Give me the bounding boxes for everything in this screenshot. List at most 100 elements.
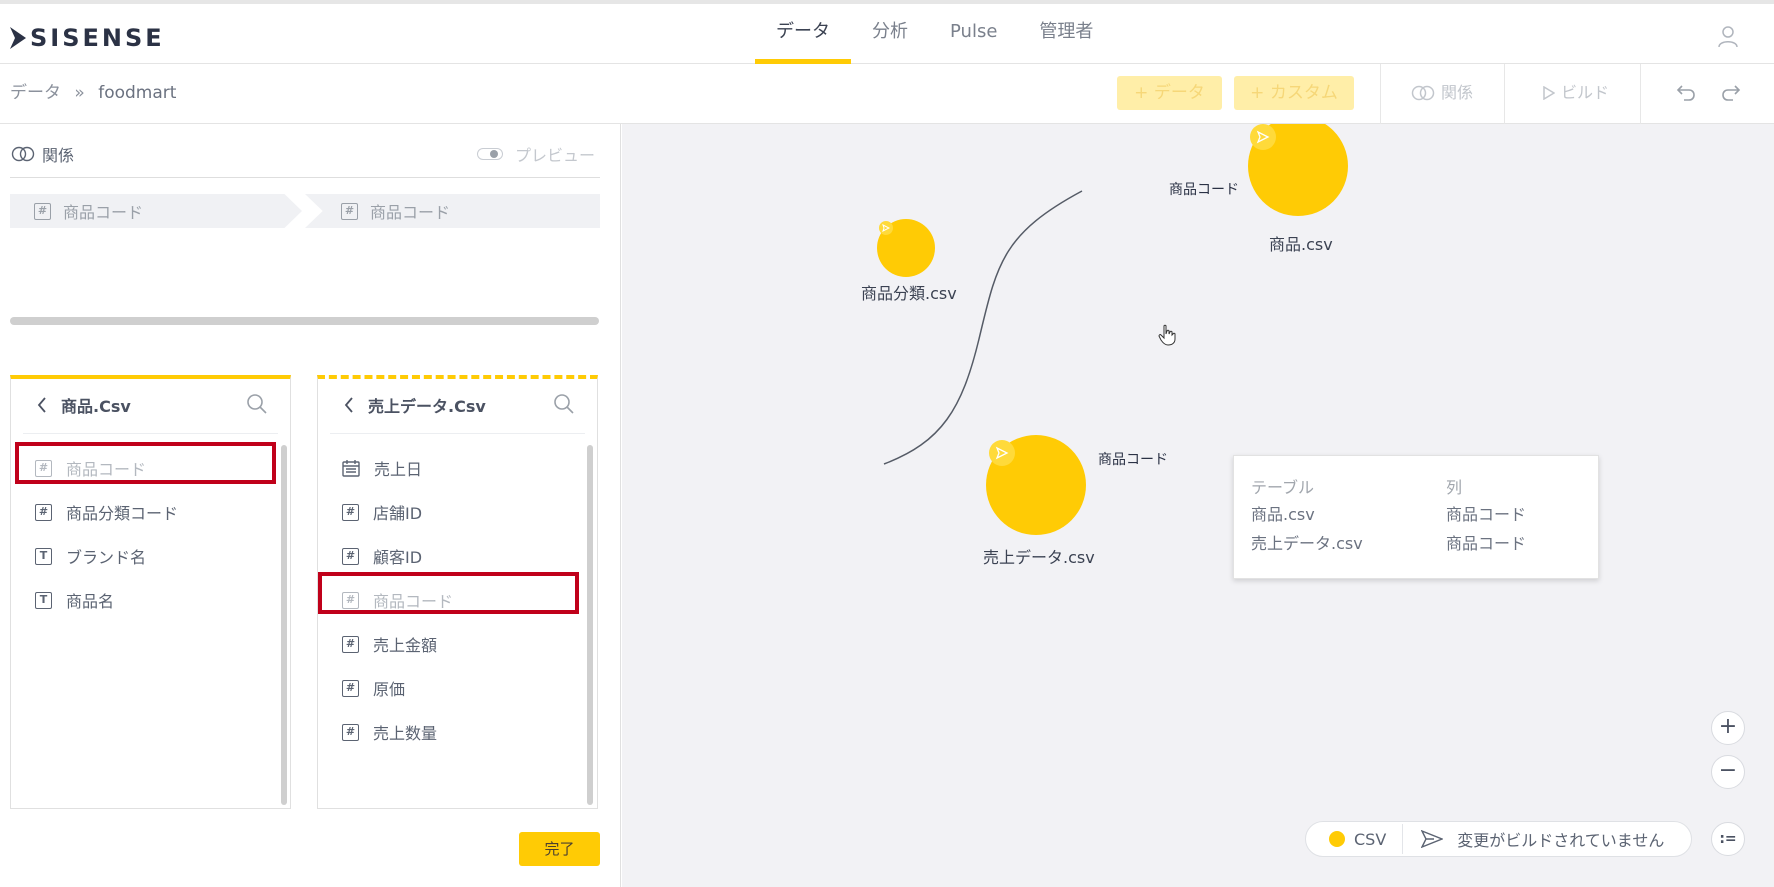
- number-field-icon: #: [35, 503, 52, 521]
- number-field-icon: #: [342, 723, 359, 741]
- build-label: ビルド: [1561, 83, 1610, 102]
- top-bar: SISENSE データ 分析 Pulse 管理者: [0, 0, 1774, 64]
- relation-panel: 関係 プレビュー # 商品コード # 商品コード 商品.Csv # 商品コード …: [0, 124, 621, 887]
- build-status-message: 変更がビルドされていません: [1457, 831, 1665, 850]
- preview-label: プレビュー: [515, 146, 596, 165]
- redo-icon[interactable]: [1721, 84, 1741, 102]
- field-item[interactable]: # 売上金額: [342, 627, 437, 661]
- nav-tab-pulse[interactable]: Pulse: [929, 4, 1018, 64]
- field-item[interactable]: # 店舗ID: [342, 495, 422, 529]
- divider: [10, 177, 600, 178]
- field-name: 顧客ID: [373, 548, 423, 567]
- relation-title: 関係: [42, 146, 75, 165]
- field-item[interactable]: T 商品名: [35, 583, 114, 617]
- text-field-icon: T: [35, 547, 52, 565]
- highlight-box: [15, 442, 276, 484]
- preview-toggle[interactable]: [477, 148, 503, 160]
- field-name: 売上日: [374, 460, 423, 479]
- field-item[interactable]: # 商品分類コード: [35, 495, 178, 529]
- user-icon[interactable]: [1716, 24, 1740, 48]
- table-panel-header: 売上データ.Csv: [318, 379, 597, 431]
- add-custom-button[interactable]: + カスタム: [1234, 76, 1354, 110]
- unbuilt-badge-icon: [1250, 124, 1276, 150]
- nav-tab-analytics[interactable]: 分析: [851, 4, 929, 64]
- done-button[interactable]: 完了: [519, 832, 600, 866]
- add-data-button[interactable]: + データ: [1117, 76, 1222, 110]
- tooltip-header-column: 列: [1446, 478, 1463, 497]
- field-name: 商品分類コード: [66, 504, 179, 523]
- divider: [1402, 824, 1404, 854]
- tooltip-table: 商品.csv: [1251, 505, 1315, 524]
- relation-right-field-label: 商品コード: [370, 203, 451, 222]
- vertical-scrollbar[interactable]: [281, 445, 287, 805]
- breadcrumb: データ » foodmart: [10, 64, 176, 122]
- field-name: 売上数量: [373, 724, 438, 743]
- tooltip-column: 商品コード: [1446, 505, 1527, 524]
- relations-label: 関係: [1441, 83, 1474, 102]
- relation-left-field[interactable]: # 商品コード: [10, 194, 302, 228]
- logo-text: SISENSE: [30, 24, 165, 52]
- field-name: 原価: [373, 680, 406, 699]
- table-node-label: 売上データ.csv: [983, 548, 1095, 567]
- toolbar-divider: [1504, 64, 1505, 124]
- field-item[interactable]: # 顧客ID: [342, 539, 422, 573]
- zoom-out-button[interactable]: −: [1711, 755, 1745, 789]
- field-name: 商品名: [66, 592, 115, 611]
- field-name: 店舗ID: [373, 504, 423, 523]
- main-nav: データ 分析 Pulse 管理者: [755, 4, 1114, 64]
- toolbar-divider: [1640, 64, 1641, 124]
- legend-label: CSV: [1354, 829, 1387, 849]
- vertical-scrollbar[interactable]: [587, 445, 593, 805]
- zoom-in-button[interactable]: +: [1711, 711, 1745, 745]
- csv-legend-dot: [1329, 831, 1345, 847]
- build-button[interactable]: ビルド: [1543, 76, 1609, 110]
- undo-icon[interactable]: [1676, 84, 1696, 102]
- nav-tab-data[interactable]: データ: [755, 4, 851, 64]
- breadcrumb-separator: »: [74, 83, 85, 103]
- back-chevron-icon[interactable]: [37, 397, 47, 413]
- sisense-logo[interactable]: SISENSE: [10, 22, 165, 54]
- number-field-icon: #: [342, 679, 359, 697]
- field-item[interactable]: # 原価: [342, 671, 405, 705]
- divider: [330, 433, 585, 434]
- field-item[interactable]: 売上日: [342, 451, 422, 485]
- search-icon[interactable]: [246, 393, 268, 415]
- field-item[interactable]: # 売上数量: [342, 715, 437, 749]
- table-panel-header: 商品.Csv: [11, 379, 290, 431]
- relation-tooltip: テーブル 列 商品.csv 商品コード 売上データ.csv 商品コード: [1233, 455, 1599, 579]
- schema-canvas[interactable]: 商品分類.csv 商品.csv 商品コード 売上データ.csv 商品コード テー…: [622, 124, 1774, 887]
- play-icon: [1543, 86, 1555, 100]
- relations-icon: [11, 146, 35, 162]
- table-node-label: 商品.csv: [1269, 235, 1333, 254]
- table-panel-left: 商品.Csv # 商品コード # 商品分類コード T ブランド名 T 商品名: [10, 375, 291, 809]
- field-item[interactable]: T ブランド名: [35, 539, 146, 573]
- legend-toggle-button[interactable]: :=: [1711, 822, 1745, 856]
- highlight-box: [318, 572, 579, 614]
- relation-right-field[interactable]: # 商品コード: [305, 194, 600, 228]
- divider: [23, 433, 278, 434]
- sisense-logo-icon: [10, 27, 26, 49]
- nav-tab-admin[interactable]: 管理者: [1018, 4, 1114, 64]
- back-chevron-icon[interactable]: [344, 397, 354, 413]
- number-field-icon: #: [342, 503, 359, 521]
- table-title: 売上データ.Csv: [368, 397, 486, 416]
- unbuilt-badge-icon: [989, 440, 1015, 466]
- paper-plane-icon: [1256, 130, 1270, 144]
- edge-label: 商品コード: [1169, 182, 1239, 198]
- breadcrumb-root[interactable]: データ: [10, 83, 61, 103]
- paper-plane-icon: [995, 446, 1009, 460]
- toolbar: データ » foodmart + データ + カスタム 関係 ビルド: [0, 64, 1774, 124]
- number-field-icon: #: [34, 202, 51, 220]
- relations-button[interactable]: 関係: [1411, 76, 1473, 110]
- calendar-icon: [342, 460, 360, 477]
- breadcrumb-current: foodmart: [98, 83, 177, 103]
- tooltip-column: 商品コード: [1446, 534, 1527, 553]
- horizontal-scrollbar[interactable]: [10, 317, 599, 325]
- field-name: ブランド名: [66, 548, 147, 567]
- search-icon[interactable]: [553, 393, 575, 415]
- table-node-label: 商品分類.csv: [861, 284, 957, 303]
- table-title: 商品.Csv: [61, 397, 131, 416]
- relation-edge[interactable]: [622, 124, 1774, 887]
- number-field-icon: #: [342, 547, 359, 565]
- tooltip-header-table: テーブル: [1251, 478, 1315, 497]
